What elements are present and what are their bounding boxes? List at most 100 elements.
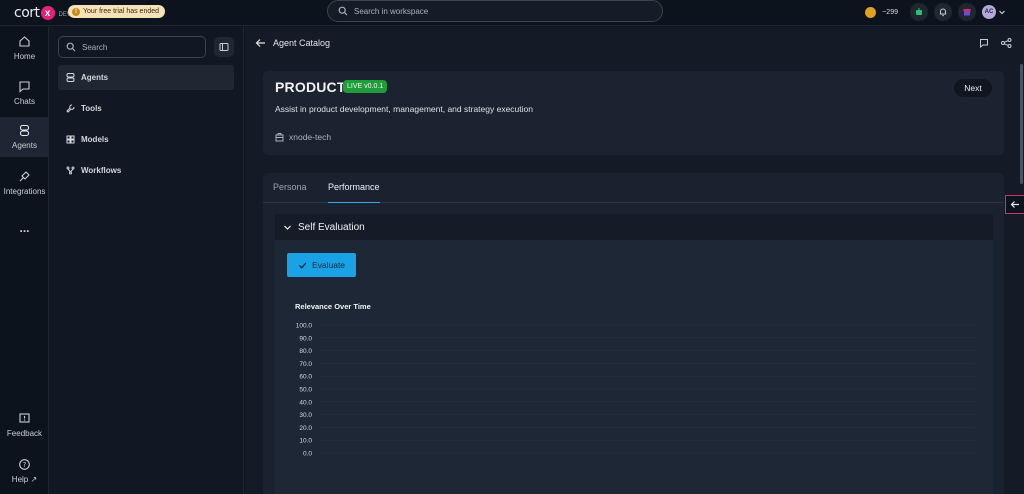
check-icon [298, 262, 307, 269]
workspace-search-placeholder: Search in workspace [354, 6, 429, 16]
tab-performance[interactable]: Performance [328, 182, 380, 203]
evaluate-label: Evaluate [311, 260, 346, 270]
evaluate-button[interactable]: Evaluate [287, 253, 356, 277]
self-evaluation-section: Self Evaluation Evaluate Relevance Over … [275, 214, 993, 494]
workspace-search-input[interactable]: Search in workspace [327, 0, 663, 22]
brand-logo[interactable]: cort x DEV [14, 5, 71, 21]
main-content: Agent Catalog PRODUCT LIVE v0.0.1 Assist… [245, 27, 1024, 494]
rail-label: Chats [14, 97, 35, 106]
page-scrollbar[interactable] [1020, 64, 1023, 184]
search-icon [66, 42, 76, 52]
top-bar: cort x DEV ! Your free trial has ended S… [0, 0, 1024, 26]
catalog-sidebar: Search Agents Tools Models Workflows [49, 27, 244, 494]
agent-description: Assist in product development, managemen… [275, 104, 533, 114]
primary-nav-rail: Home Chats Agents Integrations ... Feedb… [0, 27, 49, 494]
rail-item-chats[interactable]: Chats [0, 80, 49, 112]
y-tick-label: 80.0 [299, 348, 312, 355]
chat-icon [19, 81, 30, 93]
store-icon[interactable] [958, 3, 976, 21]
more-icon[interactable]: ... [0, 221, 49, 235]
svg-text:?: ? [23, 461, 27, 469]
chevron-down-icon [999, 10, 1005, 15]
rail-item-help[interactable]: ? Help ↗ [0, 458, 49, 490]
rail-label: Home [13, 52, 36, 61]
sidebar-item-models[interactable]: Models [58, 127, 234, 152]
trial-notice-text: Your free trial has ended [83, 8, 160, 15]
warning-icon: ! [72, 7, 80, 16]
status-badge: LIVE v0.0.1 [343, 80, 388, 93]
relevance-chart: 100.0 90.0 80.0 70.0 60.0 50.0 40.0 30.0 20.0 10.… [296, 323, 975, 458]
y-tick-label: 100.0 [296, 323, 313, 330]
arrow-left-icon [1010, 201, 1019, 208]
y-tick-label: 90.0 [299, 335, 312, 342]
rail-label: Feedback [6, 429, 43, 438]
credits-count[interactable]: ~299 [882, 9, 898, 16]
sidebar-item-label: Workflows [81, 166, 122, 175]
collapse-panel-button[interactable] [1005, 195, 1024, 214]
home-icon [19, 36, 30, 47]
agent-header-card: PRODUCT LIVE v0.0.1 Assist in product de… [263, 71, 1004, 155]
rail-label: Integrations [3, 187, 46, 196]
agents-icon [66, 73, 75, 82]
trial-notice[interactable]: ! Your free trial has ended [68, 5, 166, 18]
y-tick-label: 0.0 [303, 451, 312, 458]
sidebar-item-workflows[interactable]: Workflows [58, 158, 234, 183]
share-icon[interactable] [1001, 38, 1012, 48]
rail-item-home[interactable]: Home [0, 35, 49, 67]
search-icon [338, 6, 348, 16]
agent-org-name: xnode-tech [289, 132, 332, 142]
sidebar-item-label: Models [81, 135, 109, 144]
sidebar-search-placeholder: Search [82, 42, 108, 52]
bell-icon[interactable] [934, 3, 952, 21]
header-actions [979, 38, 1012, 48]
tab-bar: Persona Performance [263, 173, 1004, 203]
sidebar-item-label: Agents [81, 73, 109, 82]
coin-icon [865, 6, 877, 18]
bot-icon[interactable] [910, 3, 928, 21]
rail-item-feedback[interactable]: Feedback [0, 412, 49, 444]
y-tick-label: 20.0 [299, 425, 312, 432]
logo-text: cort [14, 5, 40, 21]
logo-mark: x [40, 6, 55, 20]
top-right-actions: ~299 AC [865, 3, 1006, 21]
tab-persona[interactable]: Persona [273, 182, 307, 203]
y-tick-label: 60.0 [299, 374, 312, 381]
sidebar-item-tools[interactable]: Tools [58, 96, 234, 121]
agents-icon [19, 124, 30, 137]
breadcrumb[interactable]: Agent Catalog [255, 38, 330, 48]
external-link-icon: ↗ [30, 475, 38, 484]
y-tick-label: 30.0 [299, 412, 312, 419]
back-arrow-icon[interactable] [255, 38, 266, 48]
panel-toggle-icon [219, 43, 229, 51]
avatar: AC [982, 5, 996, 19]
grid-icon [66, 135, 75, 144]
breadcrumb-label: Agent Catalog [273, 38, 331, 48]
y-tick-label: 10.0 [299, 438, 312, 445]
user-menu[interactable]: AC [982, 5, 1006, 19]
sidebar-item-agents[interactable]: Agents [58, 65, 234, 90]
sidebar-toggle-button[interactable] [214, 37, 234, 57]
feedback-icon [19, 413, 30, 423]
next-button[interactable]: Next [954, 79, 992, 97]
agent-detail-panel: Persona Performance Self Evaluation Eval… [263, 173, 1004, 494]
agent-name: PRODUCT [275, 79, 346, 95]
wrench-icon [66, 104, 75, 113]
comment-icon[interactable] [979, 38, 989, 48]
rail-label: Help ↗ [11, 475, 38, 484]
chevron-down-icon [284, 225, 291, 230]
sidebar-item-label: Tools [81, 104, 102, 113]
help-icon: ? [19, 459, 30, 470]
plug-icon [19, 171, 30, 182]
y-tick-label: 50.0 [299, 387, 312, 394]
y-tick-label: 40.0 [299, 399, 312, 406]
rail-label: Agents [12, 141, 37, 150]
agent-org: xnode-tech [275, 132, 331, 142]
sidebar-search-input[interactable]: Search [58, 36, 206, 58]
rail-item-integrations[interactable]: Integrations [0, 170, 49, 202]
y-tick-label: 70.0 [299, 361, 312, 368]
self-evaluation-title: Self Evaluation [298, 221, 365, 233]
self-evaluation-header[interactable]: Self Evaluation [275, 214, 993, 240]
rail-item-agents[interactable]: Agents [0, 117, 49, 157]
building-icon [275, 132, 284, 141]
workflow-icon [66, 166, 75, 175]
